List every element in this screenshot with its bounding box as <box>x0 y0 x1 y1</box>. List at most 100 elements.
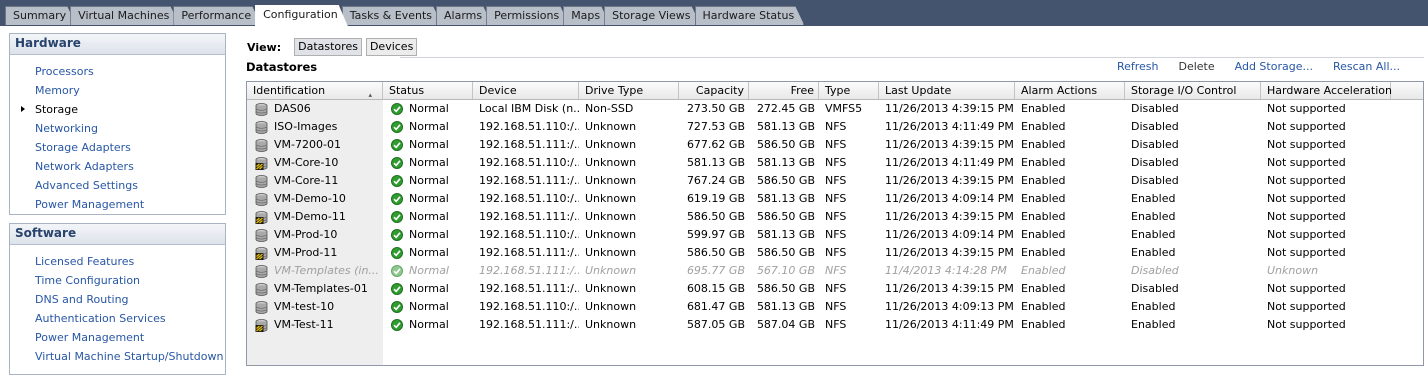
tab-tasks-events[interactable]: Tasks & Events <box>342 6 442 25</box>
cell-capacity: 677.62 GB <box>679 136 749 154</box>
software-item-power-management[interactable]: Power Management <box>10 328 225 347</box>
column-header-device[interactable]: Device <box>473 82 579 99</box>
cell-text: Unknown <box>585 264 637 277</box>
cell-capacity: 695.77 GB <box>679 262 749 280</box>
cell-text: 11/26/2013 4:09:13 PM <box>885 300 1014 313</box>
tab-permissions[interactable]: Permissions <box>486 6 569 25</box>
cell-text: Unknown <box>585 282 637 295</box>
column-header-type[interactable]: Type <box>819 82 879 99</box>
table-row[interactable]: ISO-Images Normal 192.168.51.110:/... Unkno… <box>247 118 1423 136</box>
tab-hardware-status[interactable]: Hardware Status <box>695 6 805 25</box>
cell-device: Local IBM Disk (n... <box>473 100 579 118</box>
software-item-authentication-services[interactable]: Authentication Services <box>10 309 225 328</box>
rescan-all-link[interactable]: Rescan All... <box>1333 60 1400 73</box>
hardware-item-memory[interactable]: Memory <box>10 81 225 100</box>
cell-free: 581.13 GB <box>749 154 819 172</box>
cell-text: 581.13 GB <box>756 300 815 313</box>
table-row[interactable]: VM-test-10 Normal 192.168.51.110:/... Unkno… <box>247 298 1423 316</box>
status-normal-icon <box>391 175 403 187</box>
cell-text: NFS <box>825 246 847 259</box>
cell-text: 11/26/2013 4:09:14 PM <box>885 228 1014 241</box>
datastore-cluster-icon <box>255 318 268 332</box>
cell-text: Disabled <box>1131 102 1179 115</box>
column-header-identification[interactable]: Identification ▴ <box>247 82 383 99</box>
table-row[interactable]: VM-Demo-10 Normal 192.168.51.110:/... Unkno… <box>247 190 1423 208</box>
datastores-view-button[interactable]: Datastores <box>294 38 362 56</box>
hardware-item-storage-adapters[interactable]: Storage Adapters <box>10 138 225 157</box>
table-row[interactable]: VM-Prod-11 Normal 192.168.51.111:/... Unkno… <box>247 244 1423 262</box>
table-row[interactable]: VM-Templates-01 Normal 192.168.51.111:/...… <box>247 280 1423 298</box>
column-header-drive-type[interactable]: Drive Type <box>579 82 679 99</box>
cell-text: Disabled <box>1131 282 1179 295</box>
hardware-item-advanced-settings[interactable]: Advanced Settings <box>10 176 225 195</box>
tab-configuration[interactable]: Configuration <box>255 5 348 26</box>
column-header-free[interactable]: Free <box>749 82 819 99</box>
add-storage-link[interactable]: Add Storage... <box>1235 60 1313 73</box>
cell-sioc: Enabled <box>1125 316 1261 334</box>
tab-alarms[interactable]: Alarms <box>436 6 492 25</box>
column-header-storage-i-o-control[interactable]: Storage I/O Control <box>1125 82 1261 99</box>
cell-text: Enabled <box>1021 192 1066 205</box>
cell-capacity: 767.24 GB <box>679 172 749 190</box>
cell-free: 581.13 GB <box>749 190 819 208</box>
cell-device: 192.168.51.110:/... <box>473 226 579 244</box>
table-row[interactable]: VM-Core-11 Normal 192.168.51.111:/... Unkno… <box>247 172 1423 190</box>
table-row[interactable]: VM-Prod-10 Normal 192.168.51.110:/... Unkno… <box>247 226 1423 244</box>
column-header-capacity[interactable]: Capacity <box>679 82 749 99</box>
tab-virtual-machines[interactable]: Virtual Machines <box>70 6 179 25</box>
cell-capacity: 586.50 GB <box>679 208 749 226</box>
cell-status: Normal <box>383 316 473 334</box>
table-header: Identification ▴ Status Device Drive Type Cap… <box>247 82 1423 100</box>
table-row[interactable]: VM-Demo-11 Normal 192.168.51.111:/... Unkno… <box>247 208 1423 226</box>
cell-id: VM-Prod-10 <box>247 226 383 244</box>
table-row[interactable]: VM-7200-01 Normal 192.168.51.111:/... Unkno… <box>247 136 1423 154</box>
tab-performance[interactable]: Performance <box>173 6 261 25</box>
cell-updated: 11/4/2013 4:14:28 PM <box>879 262 1015 280</box>
cell-sioc: Enabled <box>1125 298 1261 316</box>
refresh-link[interactable]: Refresh <box>1117 60 1159 73</box>
software-item-dns-and-routing[interactable]: DNS and Routing <box>10 290 225 309</box>
tab-storage-views[interactable]: Storage Views <box>604 6 700 25</box>
cell-type: NFS <box>819 280 879 298</box>
delete-link[interactable]: Delete <box>1178 60 1214 73</box>
software-item-time-configuration[interactable]: Time Configuration <box>10 271 225 290</box>
hardware-item-network-adapters[interactable]: Network Adapters <box>10 157 225 176</box>
column-header-hardware-acceleration[interactable]: Hardware Acceleration <box>1261 82 1392 99</box>
table-row[interactable]: VM-Templates (in... Normal 192.168.51.111:… <box>247 262 1423 280</box>
cell-text: 192.168.51.110:/... <box>479 300 579 313</box>
table-row[interactable]: VM-Test-11 Normal 192.168.51.111:/... Unkno… <box>247 316 1423 334</box>
devices-view-button[interactable]: Devices <box>365 38 418 56</box>
cell-text: Enabled <box>1131 246 1176 259</box>
hardware-item-power-management[interactable]: Power Management <box>10 195 225 214</box>
cell-text: NFS <box>825 300 847 313</box>
table-row[interactable]: VM-Core-10 Normal 192.168.51.110:/... Unkno… <box>247 154 1423 172</box>
tab-summary[interactable]: Summary <box>5 6 76 25</box>
cell-capacity: 273.50 GB <box>679 100 749 118</box>
cell-text: Not supported <box>1267 156 1346 169</box>
cell-drive: Unknown <box>579 244 679 262</box>
column-header-label: Last Update <box>885 84 952 97</box>
status-normal-icon <box>391 193 403 205</box>
cell-capacity: 587.05 GB <box>679 316 749 334</box>
cell-text: Unknown <box>585 318 637 331</box>
cell-text: Unknown <box>585 138 637 151</box>
cell-text: 11/26/2013 4:39:15 PM <box>885 210 1014 223</box>
hardware-item-processors[interactable]: Processors <box>10 62 225 81</box>
cell-drive: Unknown <box>579 280 679 298</box>
column-header-status[interactable]: Status <box>383 82 473 99</box>
hardware-item-storage[interactable]: Storage <box>10 100 225 119</box>
cell-id: VM-Core-11 <box>247 172 383 190</box>
software-item-virtual-machine-startup-shutdown[interactable]: Virtual Machine Startup/Shutdown <box>10 347 225 366</box>
cell-text: 608.15 GB <box>686 282 745 295</box>
software-item-licensed-features[interactable]: Licensed Features <box>10 252 225 271</box>
table-row[interactable]: DAS06 Normal Local IBM Disk (n... Non-SSD 27… <box>247 100 1423 118</box>
cell-text: 192.168.51.110:/... <box>479 192 579 205</box>
column-header-last-update[interactable]: Last Update <box>879 82 1015 99</box>
column-header-alarm-actions[interactable]: Alarm Actions <box>1015 82 1125 99</box>
cell-status: Normal <box>383 280 473 298</box>
hardware-item-networking[interactable]: Networking <box>10 119 225 138</box>
tab-maps[interactable]: Maps <box>563 6 610 25</box>
cell-capacity: 599.97 GB <box>679 226 749 244</box>
cell-text: Normal <box>409 228 449 241</box>
column-header-label: Storage I/O Control <box>1131 84 1237 97</box>
